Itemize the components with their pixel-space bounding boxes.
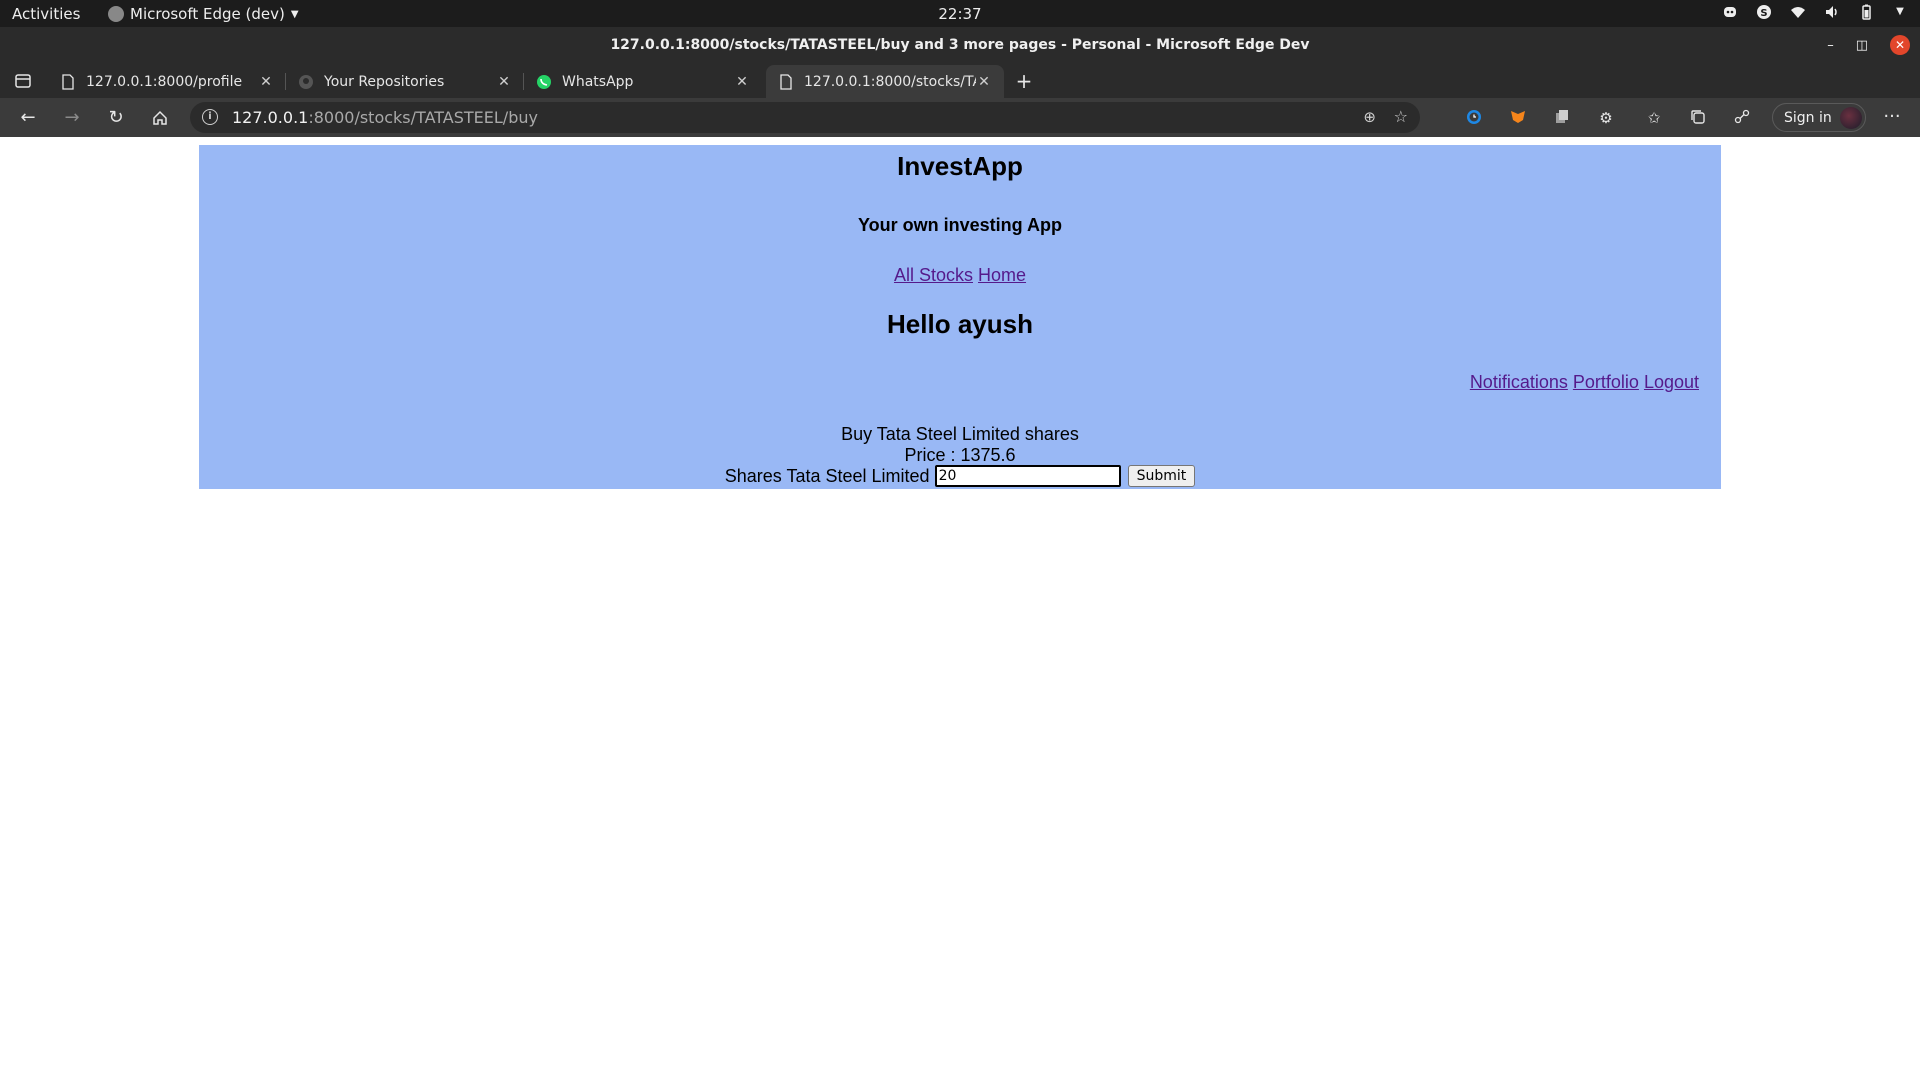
page-icon: [60, 73, 76, 90]
new-tab-button[interactable]: +: [1012, 69, 1036, 93]
tab-strip: 127.0.0.1:8000/profile ✕ Your Repositori…: [0, 65, 1920, 98]
main-panel: InvestApp Your own investing App All Sto…: [199, 145, 1721, 489]
logout-link[interactable]: Logout: [1644, 372, 1699, 392]
tab-title: Your Repositories: [324, 73, 445, 90]
tab-your-repositories[interactable]: Your Repositories ✕: [286, 65, 524, 98]
close-window-button[interactable]: ✕: [1890, 35, 1910, 55]
wifi-icon[interactable]: [1790, 4, 1806, 20]
shares-input[interactable]: [934, 465, 1121, 488]
tab-profile[interactable]: 127.0.0.1:8000/profile ✕: [48, 65, 286, 98]
url-text[interactable]: 127.0.0.1:8000/stocks/TATASTEEL/buy: [232, 108, 538, 127]
sign-in-label: Sign in: [1784, 110, 1832, 126]
menu-chevron-icon[interactable]: ▼: [1892, 4, 1908, 20]
url-host: 127.0.0.1: [232, 108, 309, 127]
window-title-bar: 127.0.0.1:8000/stocks/TATASTEEL/buy and …: [0, 27, 1920, 65]
tab-title: 127.0.0.1:8000/profile: [86, 73, 243, 90]
tab-actions-icon[interactable]: [14, 72, 34, 92]
home-link[interactable]: Home: [978, 265, 1026, 285]
tab-close-icon[interactable]: ✕: [976, 74, 992, 90]
tab-title: WhatsApp: [562, 73, 634, 90]
zoom-icon[interactable]: ⊕: [1363, 108, 1376, 126]
clock[interactable]: 22:37: [938, 5, 981, 23]
add-favorite-icon[interactable]: ☆: [1394, 107, 1408, 126]
battery-icon[interactable]: [1858, 4, 1874, 20]
address-bar[interactable]: i 127.0.0.1:8000/stocks/TATASTEEL/buy ⊕ …: [190, 102, 1420, 133]
github-icon: [298, 74, 314, 90]
submit-button[interactable]: Submit: [1127, 465, 1196, 488]
url-path: :8000/stocks/TATASTEEL/buy: [308, 108, 538, 127]
window-title: 127.0.0.1:8000/stocks/TATASTEEL/buy and …: [610, 37, 1310, 53]
price-text: Price : 1375.6: [904, 445, 1016, 465]
buy-form: Shares Tata Steel Limited Submit: [199, 465, 1721, 488]
skype-icon[interactable]: S: [1756, 4, 1772, 20]
svg-text:S: S: [1760, 8, 1767, 19]
page-content: InvestApp Your own investing App All Sto…: [0, 137, 1920, 1080]
volume-icon[interactable]: [1824, 4, 1840, 20]
app-title: InvestApp: [897, 151, 1023, 181]
edge-dev-icon: [108, 6, 124, 22]
app-menu-label: Microsoft Edge (dev): [130, 5, 285, 23]
system-tray: S ▼: [1722, 4, 1908, 20]
site-info-icon[interactable]: i: [202, 109, 218, 125]
favorites-icon[interactable]: ✩: [1644, 108, 1664, 128]
user-links: Notifications Portfolio Logout: [1470, 372, 1699, 393]
more-options-icon[interactable]: ···: [1880, 106, 1904, 127]
shares-label: Shares Tata Steel Limited: [724, 465, 930, 486]
greeting: Hello ayush: [887, 309, 1033, 339]
buy-heading: Buy Tata Steel Limited shares: [841, 424, 1079, 444]
all-stocks-link[interactable]: All Stocks: [894, 265, 973, 285]
app-menu[interactable]: Microsoft Edge (dev) ▼: [108, 5, 299, 23]
collections-icon[interactable]: [1688, 108, 1708, 128]
whatsapp-icon: [536, 74, 552, 90]
portfolio-link[interactable]: Portfolio: [1573, 372, 1639, 392]
tab-close-icon[interactable]: ✕: [496, 74, 512, 90]
home-icon[interactable]: [148, 106, 172, 130]
activities-button[interactable]: Activities: [12, 5, 80, 23]
sign-in-button[interactable]: Sign in: [1772, 103, 1866, 132]
share-icon[interactable]: [1732, 108, 1752, 128]
caret-down-icon: ▼: [290, 8, 299, 20]
extensions-icon[interactable]: ⚙: [1596, 108, 1616, 128]
extension-clock-icon[interactable]: [1464, 108, 1484, 128]
metamask-icon[interactable]: [1508, 108, 1528, 128]
extension-docs-icon[interactable]: [1552, 108, 1572, 128]
notifications-link[interactable]: Notifications: [1470, 372, 1568, 392]
tab-close-icon[interactable]: ✕: [734, 74, 750, 90]
tab-close-icon[interactable]: ✕: [258, 74, 274, 90]
forward-icon[interactable]: →: [60, 106, 84, 130]
back-icon[interactable]: ←: [16, 106, 40, 130]
tagline: Your own investing App: [858, 215, 1062, 235]
discord-icon[interactable]: [1722, 4, 1738, 20]
avatar: [1840, 107, 1862, 129]
browser-toolbar: ← → ↻ i 127.0.0.1:8000/stocks/TATASTEEL/…: [0, 98, 1920, 137]
refresh-icon[interactable]: ↻: [104, 106, 128, 130]
nav-links: All Stocks Home: [199, 265, 1721, 286]
tab-whatsapp[interactable]: WhatsApp ✕: [524, 65, 762, 98]
tab-stocks-buy[interactable]: 127.0.0.1:8000/stocks/TA ✕: [766, 65, 1004, 98]
page-icon: [778, 73, 794, 90]
minimize-button[interactable]: –: [1827, 38, 1834, 53]
tab-title: 127.0.0.1:8000/stocks/TA: [804, 73, 976, 90]
os-top-bar: Activities Microsoft Edge (dev) ▼ 22:37 …: [0, 0, 1920, 27]
restore-button[interactable]: ◫: [1856, 38, 1868, 53]
